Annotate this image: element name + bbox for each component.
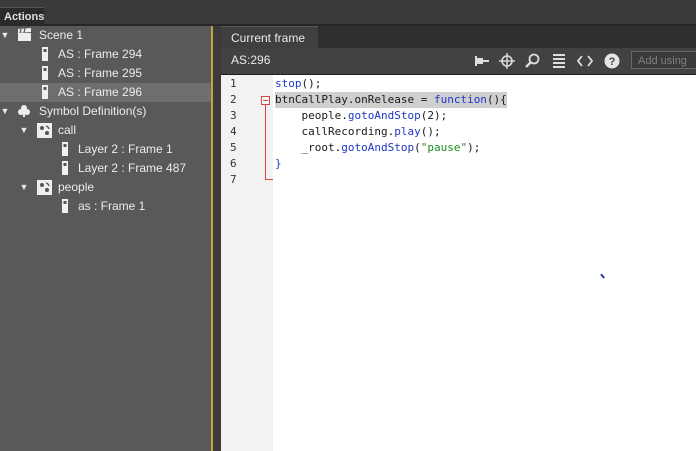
script-location-label: AS:296 bbox=[231, 53, 271, 67]
code-token: function bbox=[433, 93, 487, 106]
tree-item[interactable]: as : Frame 1 bbox=[0, 197, 211, 216]
tree-item-label: Layer 2 : Frame 487 bbox=[78, 161, 187, 175]
tree-item-label: people bbox=[58, 180, 95, 194]
frame-icon bbox=[41, 66, 55, 81]
tree-item-label: AS : Frame 295 bbox=[58, 66, 143, 80]
actions-panel-tab[interactable]: Actions bbox=[0, 7, 44, 25]
movieclip-icon bbox=[37, 123, 52, 138]
chevron-down-icon[interactable]: ▼ bbox=[19, 178, 29, 197]
tree-item[interactable]: AS : Frame 296 bbox=[0, 83, 211, 102]
code-token: people. bbox=[275, 109, 348, 122]
code-line[interactable]: _root.gotoAndStop("pause"); bbox=[275, 140, 480, 156]
code-line[interactable]: } bbox=[275, 156, 282, 172]
line-number: 1 bbox=[230, 77, 237, 90]
line-number: 4 bbox=[230, 125, 237, 138]
help-icon[interactable]: ? bbox=[602, 51, 622, 71]
tree-item-label: call bbox=[58, 123, 77, 137]
line-number: 3 bbox=[230, 109, 237, 122]
code-token: ); bbox=[467, 141, 481, 154]
tree-item-label: Symbol Definition(s) bbox=[39, 104, 147, 118]
code-line[interactable]: callRecording.play(); bbox=[275, 124, 441, 140]
tree-item[interactable]: Layer 2 : Frame 1 bbox=[0, 140, 211, 159]
tree-item[interactable]: Layer 2 : Frame 487 bbox=[0, 159, 211, 178]
code-token: (){ bbox=[486, 93, 507, 106]
tree-item-label: Scene 1 bbox=[39, 28, 84, 42]
code-token: "pause" bbox=[420, 141, 468, 154]
line-number: 5 bbox=[230, 141, 237, 154]
frame-icon bbox=[41, 85, 55, 100]
tree-item-label: AS : Frame 294 bbox=[58, 47, 143, 61]
chevron-down-icon[interactable]: ▼ bbox=[19, 121, 29, 140]
line-number: 7 bbox=[230, 173, 237, 186]
format-icon[interactable] bbox=[549, 51, 569, 71]
chevron-down-icon[interactable]: ▼ bbox=[0, 26, 10, 45]
fold-guide bbox=[265, 105, 266, 179]
tree-item[interactable]: ▼ Symbol Definition(s) bbox=[0, 102, 211, 121]
code-token: (); bbox=[420, 125, 441, 138]
frame-icon bbox=[61, 142, 75, 157]
tree-item-label: Layer 2 : Frame 1 bbox=[78, 142, 173, 156]
editor-toolbar: AS:296 ? Add using bbox=[221, 48, 696, 75]
frame-icon bbox=[61, 161, 75, 176]
line-number: 2 bbox=[230, 93, 237, 106]
cursor-mark bbox=[600, 270, 609, 279]
frame-icon bbox=[41, 47, 55, 62]
code-token: (); bbox=[301, 77, 322, 90]
script-navigator: ▼ Scene 1 AS : Frame 294 AS : Frame 295 AS :… bbox=[0, 26, 211, 451]
add-using-input[interactable]: Add using bbox=[631, 51, 696, 69]
tree-item-label: AS : Frame 296 bbox=[58, 85, 143, 99]
code-token: gotoAndStop bbox=[347, 109, 421, 122]
chevron-down-icon[interactable]: ▼ bbox=[0, 102, 10, 121]
code-token: play bbox=[394, 125, 421, 138]
code-snippet-icon[interactable] bbox=[575, 51, 595, 71]
editor-panel: Current frame AS:296 ? Add using 1 2 3 4 5 6 7… bbox=[221, 26, 696, 451]
tree-item[interactable]: ▼ call bbox=[0, 121, 211, 140]
frame-icon bbox=[61, 199, 75, 214]
divider bbox=[44, 24, 696, 25]
tree-item[interactable]: AS : Frame 294 bbox=[0, 45, 211, 64]
panel-splitter-gap bbox=[213, 26, 221, 451]
code-token: ( bbox=[414, 141, 421, 154]
tab-current-frame[interactable]: Current frame bbox=[221, 26, 318, 48]
panel-header: Actions bbox=[0, 0, 696, 26]
code-line[interactable]: btnCallPlay.onRelease = function(){ bbox=[275, 92, 507, 108]
code-token: callRecording. bbox=[275, 125, 395, 138]
collapse-icon[interactable] bbox=[261, 96, 270, 105]
tree-item[interactable]: ▼ Scene 1 bbox=[0, 26, 211, 45]
target-icon[interactable] bbox=[497, 51, 517, 71]
svg-text:?: ? bbox=[609, 56, 616, 68]
code-token: } bbox=[275, 157, 282, 170]
pin-icon[interactable] bbox=[472, 51, 492, 71]
line-number: 6 bbox=[230, 157, 237, 170]
code-line[interactable]: stop(); bbox=[275, 76, 321, 92]
clapper-icon bbox=[17, 28, 31, 43]
code-token: btnCallPlay.onRelease = bbox=[275, 93, 434, 106]
code-token: (2); bbox=[420, 109, 448, 122]
movieclip-icon bbox=[37, 180, 52, 195]
fold-guide-end bbox=[265, 179, 273, 180]
magnifier-icon[interactable] bbox=[523, 51, 543, 71]
tree-item[interactable]: AS : Frame 295 bbox=[0, 64, 211, 83]
code-token: _root. bbox=[275, 141, 342, 154]
code-editor[interactable]: 1 2 3 4 5 6 7 stop(); btnCallPlay.onRelease = fu… bbox=[221, 75, 696, 451]
code-line[interactable]: people.gotoAndStop(2); bbox=[275, 108, 447, 124]
code-token: stop bbox=[275, 77, 302, 90]
code-token: gotoAndStop bbox=[341, 141, 415, 154]
tree-item[interactable]: ▼ people bbox=[0, 178, 211, 197]
tree-item-label: as : Frame 1 bbox=[78, 199, 146, 213]
club-icon bbox=[17, 104, 31, 119]
